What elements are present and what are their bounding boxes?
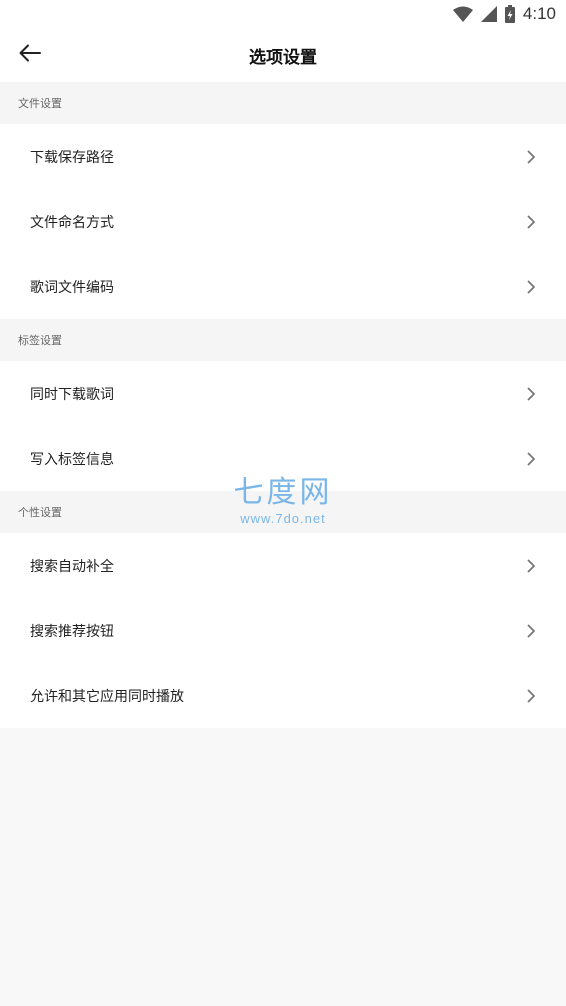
list-item-label: 允许和其它应用同时播放 (30, 688, 184, 705)
app-bar: 选项设置 (0, 28, 566, 82)
wifi-icon (452, 6, 473, 22)
list-item-label: 搜索自动补全 (30, 558, 114, 575)
list-item-label: 歌词文件编码 (30, 279, 114, 296)
arrow-left-icon (19, 44, 41, 66)
chevron-right-icon (524, 150, 538, 164)
list-item-download-path[interactable]: 下载保存路径 (0, 124, 566, 189)
chevron-right-icon (524, 280, 538, 294)
section-header-tag-settings: 标签设置 (0, 319, 566, 361)
list-item-search-recommend-button[interactable]: 搜索推荐按钮 (0, 598, 566, 663)
section-list-personal-settings: 搜索自动补全 搜索推荐按钮 允许和其它应用同时播放 (0, 533, 566, 728)
section-list-tag-settings: 同时下载歌词 写入标签信息 (0, 361, 566, 491)
section-header-personal-settings: 个性设置 (0, 491, 566, 533)
list-item-label: 同时下载歌词 (30, 386, 114, 403)
list-item-write-tags[interactable]: 写入标签信息 (0, 426, 566, 491)
list-item-search-autocomplete[interactable]: 搜索自动补全 (0, 533, 566, 598)
list-item-label: 写入标签信息 (30, 451, 114, 468)
status-bar: 4:10 (0, 0, 566, 28)
status-time: 4:10 (522, 4, 556, 23)
chevron-right-icon (524, 559, 538, 573)
chevron-right-icon (524, 452, 538, 466)
page-title: 选项设置 (249, 47, 317, 68)
list-item-file-naming[interactable]: 文件命名方式 (0, 189, 566, 254)
chevron-right-icon (524, 215, 538, 229)
list-item-allow-concurrent-playback[interactable]: 允许和其它应用同时播放 (0, 663, 566, 728)
list-item-download-lyrics[interactable]: 同时下载歌词 (0, 361, 566, 426)
list-item-label: 文件命名方式 (30, 214, 114, 231)
section-header-file-settings: 文件设置 (0, 82, 566, 124)
chevron-right-icon (524, 387, 538, 401)
list-item-lyrics-encoding[interactable]: 歌词文件编码 (0, 254, 566, 319)
section-list-file-settings: 下载保存路径 文件命名方式 歌词文件编码 (0, 124, 566, 319)
signal-icon (480, 6, 497, 22)
chevron-right-icon (524, 689, 538, 703)
list-item-label: 下载保存路径 (30, 149, 114, 166)
battery-charging-icon (504, 5, 515, 23)
list-item-label: 搜索推荐按钮 (30, 623, 114, 640)
back-button[interactable] (16, 41, 44, 69)
settings-screen: 4:10 选项设置 文件设置 下载保存路径 文件命名方式 歌词文件编码 标签设置… (0, 0, 566, 1006)
chevron-right-icon (524, 624, 538, 638)
